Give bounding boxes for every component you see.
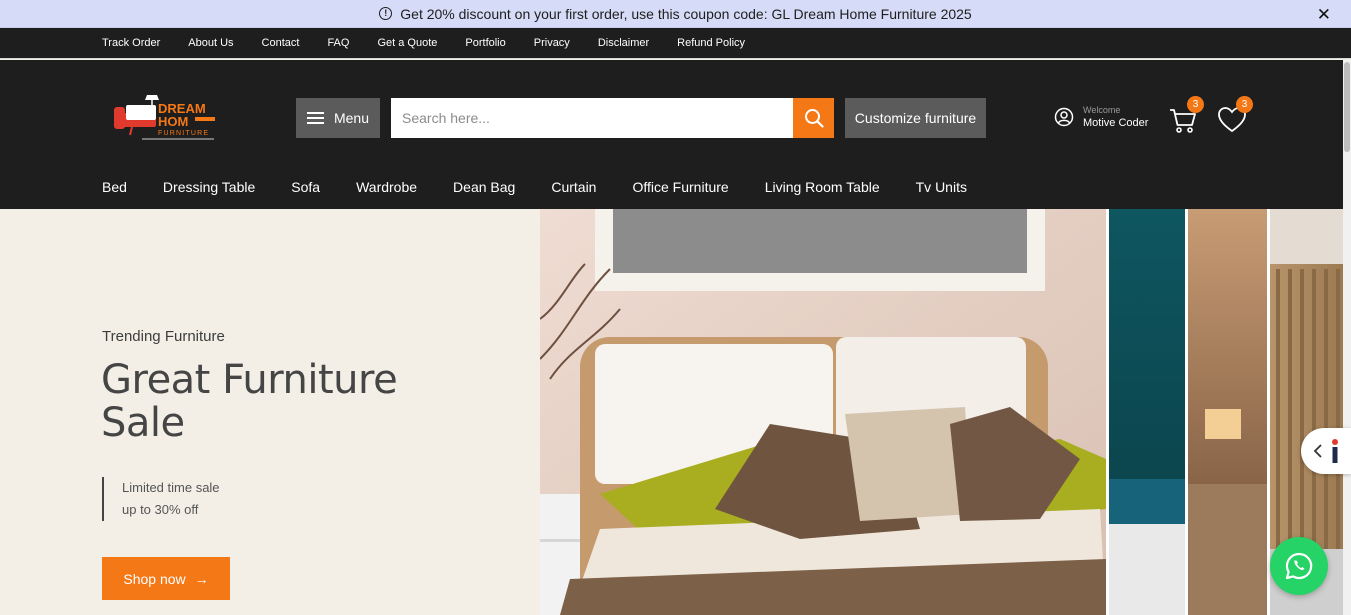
wishlist-count-badge: 3 [1236,96,1253,113]
page-scrollbar[interactable] [1343,60,1351,615]
shop-now-button[interactable]: Shop now → [102,557,230,600]
side-info-tab[interactable] [1301,428,1351,474]
category-bed[interactable]: Bed [102,179,127,195]
site-header: DREAM HOM FURNITURE Menu Customize furni… [0,60,1343,209]
hero-offer: Limited time sale up to 30% off [102,477,220,521]
hero-text-panel: Trending Furniture Great Furniture Sale … [0,209,540,615]
category-living-room-table[interactable]: Living Room Table [765,179,880,195]
shop-now-label: Shop now [123,570,186,587]
top-link-get-a-quote[interactable]: Get a Quote [377,37,437,49]
top-link-privacy[interactable]: Privacy [534,37,570,49]
customize-furniture-button[interactable]: Customize furniture [845,98,986,138]
cart-count-badge: 3 [1187,96,1204,113]
category-dean-bag[interactable]: Dean Bag [453,179,515,195]
top-link-portfolio[interactable]: Portfolio [465,37,505,49]
top-link-faq[interactable]: FAQ [327,37,349,49]
hero-headline: Great Furniture Sale [101,357,398,446]
top-link-disclaimer[interactable]: Disclaimer [598,37,649,49]
user-name: Motive Coder [1083,117,1149,129]
logo-text-line3: FURNITURE [158,130,209,137]
hero-image [540,209,1343,615]
menu-icon [306,109,324,127]
search-bar [391,98,834,138]
logo-text-line2: HOM [158,114,188,129]
top-link-about-us[interactable]: About Us [188,37,233,49]
hero-offer-line1: Limited time sale [122,480,220,495]
search-icon [804,109,824,128]
category-dressing-table[interactable]: Dressing Table [163,179,255,195]
menu-label: Menu [333,110,370,126]
category-nav: Bed Dressing Table Sofa Wardrobe Dean Ba… [102,179,1003,195]
whatsapp-button[interactable] [1270,537,1328,595]
user-welcome-label: Welcome [1083,105,1121,115]
cart-button[interactable]: 3 [1168,96,1204,135]
wishlist-button[interactable]: 3 [1217,96,1253,135]
top-link-contact[interactable]: Contact [262,37,300,49]
announcement-bar: ! Get 20% discount on your first order, … [0,0,1351,28]
arrow-right-icon: → [194,570,209,587]
category-sofa[interactable]: Sofa [291,179,320,195]
announcement-text: Get 20% discount on your first order, us… [400,5,972,22]
top-links-bar: Track Order About Us Contact FAQ Get a Q… [0,28,1351,59]
hero-offer-line2: up to 30% off [122,502,199,517]
category-curtain[interactable]: Curtain [551,179,596,195]
scrollbar-thumb[interactable] [1344,62,1350,152]
user-icon [1054,107,1074,127]
category-tv-units[interactable]: Tv Units [916,179,967,195]
search-button[interactable] [793,98,834,138]
category-office-furniture[interactable]: Office Furniture [632,179,728,195]
chevron-left-icon [1313,444,1322,458]
info-icon: ! [379,7,393,20]
whatsapp-icon [1285,552,1313,580]
menu-button[interactable]: Menu [296,98,380,138]
search-input[interactable] [391,98,793,138]
top-link-track-order[interactable]: Track Order [102,37,160,49]
hero-eyebrow: Trending Furniture [102,328,225,345]
top-link-refund-policy[interactable]: Refund Policy [677,37,745,49]
user-account[interactable]: Welcome Motive Coder [1054,105,1148,129]
category-wardrobe[interactable]: Wardrobe [356,179,417,195]
info-letter-icon [1332,439,1338,463]
logo[interactable]: DREAM HOM FURNITURE [112,93,220,145]
close-icon[interactable]: ✕ [1317,5,1331,25]
